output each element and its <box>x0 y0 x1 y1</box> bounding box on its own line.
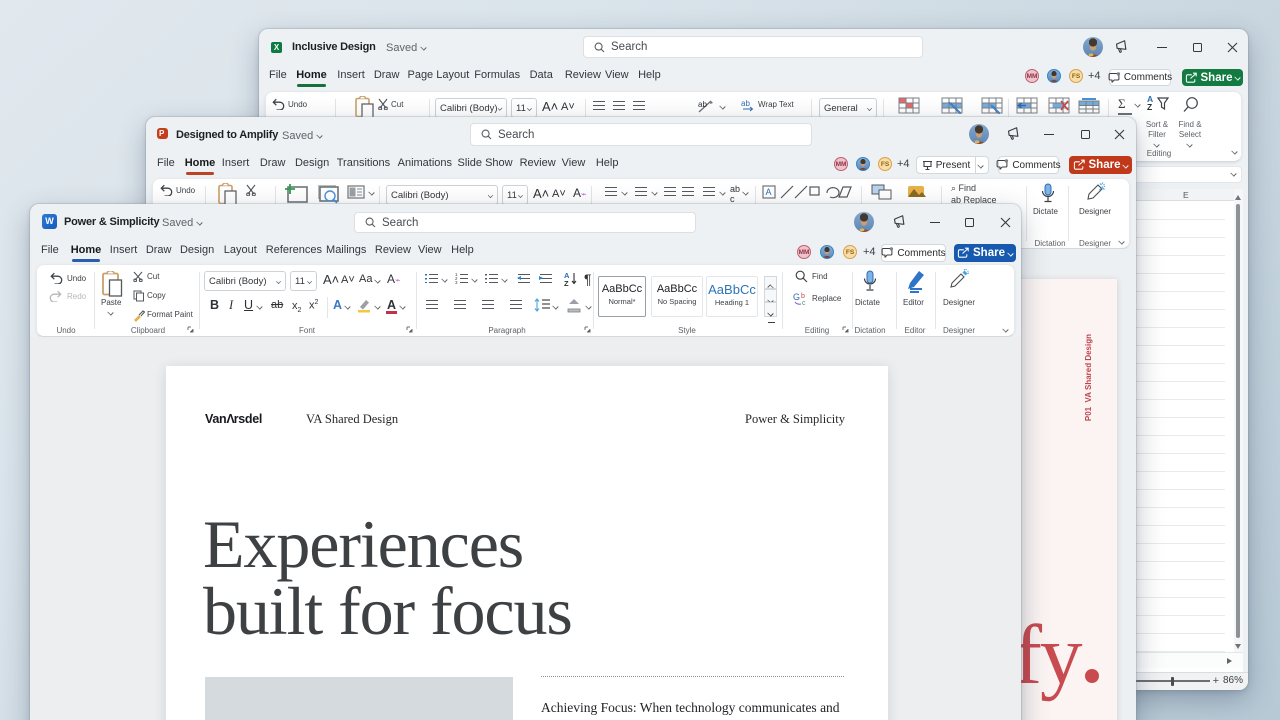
svg-text:c: c <box>802 300 806 306</box>
svg-text:ab: ab <box>698 100 707 109</box>
svg-text:Z: Z <box>564 279 569 286</box>
svg-text:G: G <box>793 292 800 302</box>
svg-text:A: A <box>766 187 772 197</box>
svg-text:ab: ab <box>741 99 750 108</box>
svg-text:b: b <box>801 293 805 300</box>
